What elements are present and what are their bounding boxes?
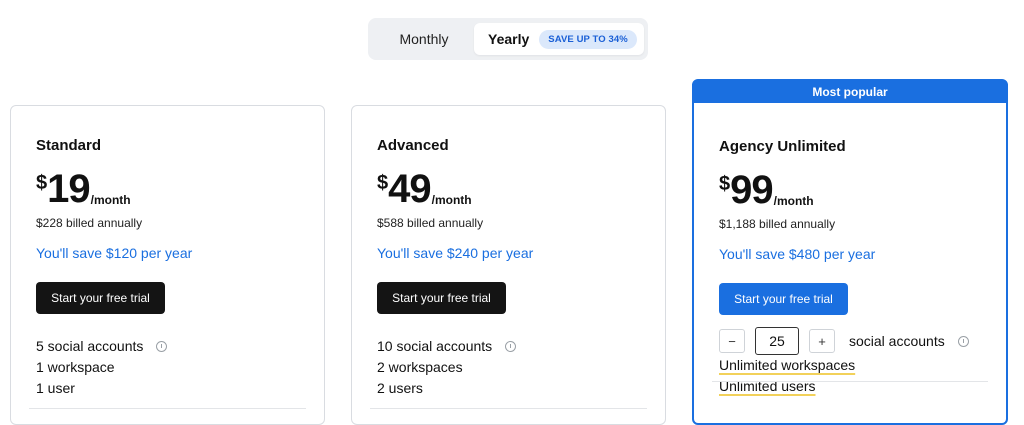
most-popular-badge: Most popular bbox=[694, 81, 1006, 103]
price-amount: 49 bbox=[388, 167, 431, 211]
start-trial-button[interactable]: Start your free trial bbox=[377, 282, 506, 314]
price-period: /month bbox=[773, 194, 814, 208]
tab-yearly-label: Yearly bbox=[488, 31, 530, 47]
start-trial-button[interactable]: Start your free trial bbox=[719, 283, 848, 315]
price-period: /month bbox=[90, 193, 131, 207]
feature-label: 10 social accounts bbox=[377, 338, 493, 354]
billed-annually: $228 billed annually bbox=[36, 216, 143, 230]
start-trial-button[interactable]: Start your free trial bbox=[36, 282, 165, 314]
yearly-savings: You'll save $240 per year bbox=[377, 245, 534, 261]
increment-button[interactable]: + bbox=[809, 329, 835, 353]
tab-monthly[interactable]: Monthly bbox=[376, 23, 472, 55]
yearly-savings: You'll save $120 per year bbox=[36, 245, 193, 261]
social-accounts-stepper: − 25 + social accounts bbox=[719, 327, 969, 355]
feature-users: 1 user bbox=[36, 380, 75, 396]
price-currency: $ bbox=[36, 172, 48, 194]
plan-price: $ 49 /month bbox=[377, 166, 472, 212]
billed-annually: $588 billed annually bbox=[377, 216, 484, 230]
save-badge: SAVE UP TO 34% bbox=[539, 29, 637, 49]
feature-social-accounts: 5 social accounts bbox=[36, 338, 168, 354]
billing-toggle: Monthly Yearly SAVE UP TO 34% bbox=[368, 18, 648, 60]
plan-card-standard: Standard $ 19 /month $228 billed annuall… bbox=[10, 105, 325, 425]
price-currency: $ bbox=[377, 172, 389, 194]
info-icon[interactable] bbox=[957, 335, 969, 347]
plan-card-advanced: Advanced $ 49 /month $588 billed annuall… bbox=[351, 105, 666, 425]
feature-workspaces: Unlimited workspaces bbox=[719, 357, 856, 373]
tab-yearly[interactable]: Yearly SAVE UP TO 34% bbox=[474, 23, 644, 55]
plan-price: $ 19 /month bbox=[36, 166, 131, 212]
plan-card-agency-unlimited: Most popular Agency Unlimited $ 99 /mont… bbox=[692, 79, 1008, 425]
decrement-button[interactable]: − bbox=[719, 329, 745, 353]
feature-social-accounts: 10 social accounts bbox=[377, 338, 517, 354]
feature-users: 2 users bbox=[377, 380, 423, 396]
info-icon[interactable] bbox=[505, 340, 517, 352]
price-period: /month bbox=[431, 193, 472, 207]
price-currency: $ bbox=[719, 173, 731, 195]
plan-price: $ 99 /month bbox=[719, 167, 814, 213]
info-icon[interactable] bbox=[156, 340, 168, 352]
stepper-label: social accounts bbox=[849, 333, 945, 349]
plan-name: Advanced bbox=[377, 137, 449, 154]
feature-workspaces: 1 workspace bbox=[36, 359, 115, 375]
feature-workspaces: 2 workspaces bbox=[377, 359, 463, 375]
plan-name: Standard bbox=[36, 137, 102, 154]
plan-name: Agency Unlimited bbox=[719, 138, 846, 155]
divider bbox=[712, 381, 988, 382]
billed-annually: $1,188 billed annually bbox=[719, 217, 836, 231]
yearly-savings: You'll save $480 per year bbox=[719, 246, 876, 262]
feature-label: 5 social accounts bbox=[36, 338, 144, 354]
social-accounts-quantity-input[interactable]: 25 bbox=[755, 327, 799, 355]
price-amount: 19 bbox=[47, 167, 90, 211]
price-amount: 99 bbox=[730, 168, 773, 212]
